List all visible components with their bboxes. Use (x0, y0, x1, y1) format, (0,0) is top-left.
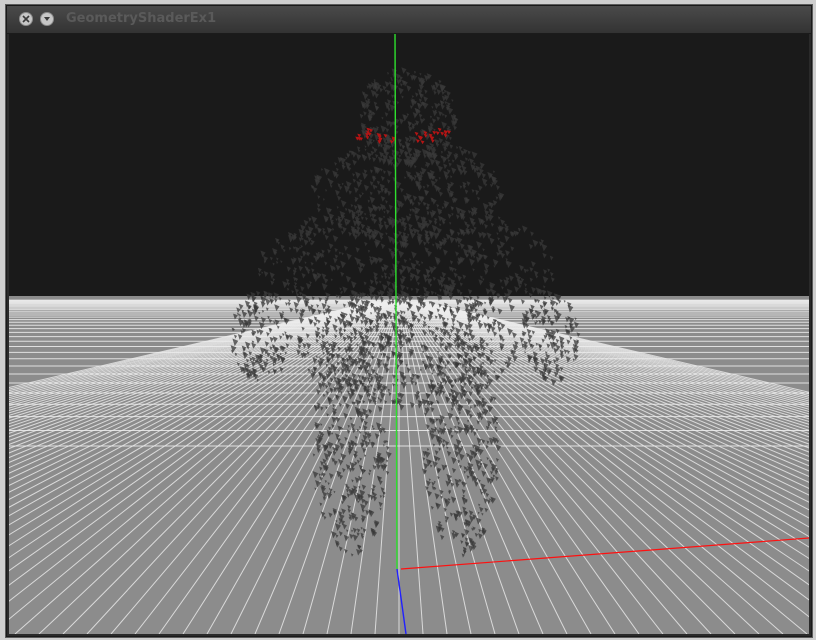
render-viewport[interactable] (9, 34, 809, 634)
close-icon (22, 15, 30, 23)
window-title: GeometryShaderEx1 (66, 11, 217, 26)
close-button[interactable] (19, 12, 33, 26)
title-bar[interactable]: GeometryShaderEx1 (7, 6, 811, 34)
minimize-button[interactable] (40, 12, 54, 26)
minimize-icon (44, 17, 50, 21)
3d-scene (9, 34, 809, 634)
app-window: GeometryShaderEx1 (6, 5, 812, 637)
